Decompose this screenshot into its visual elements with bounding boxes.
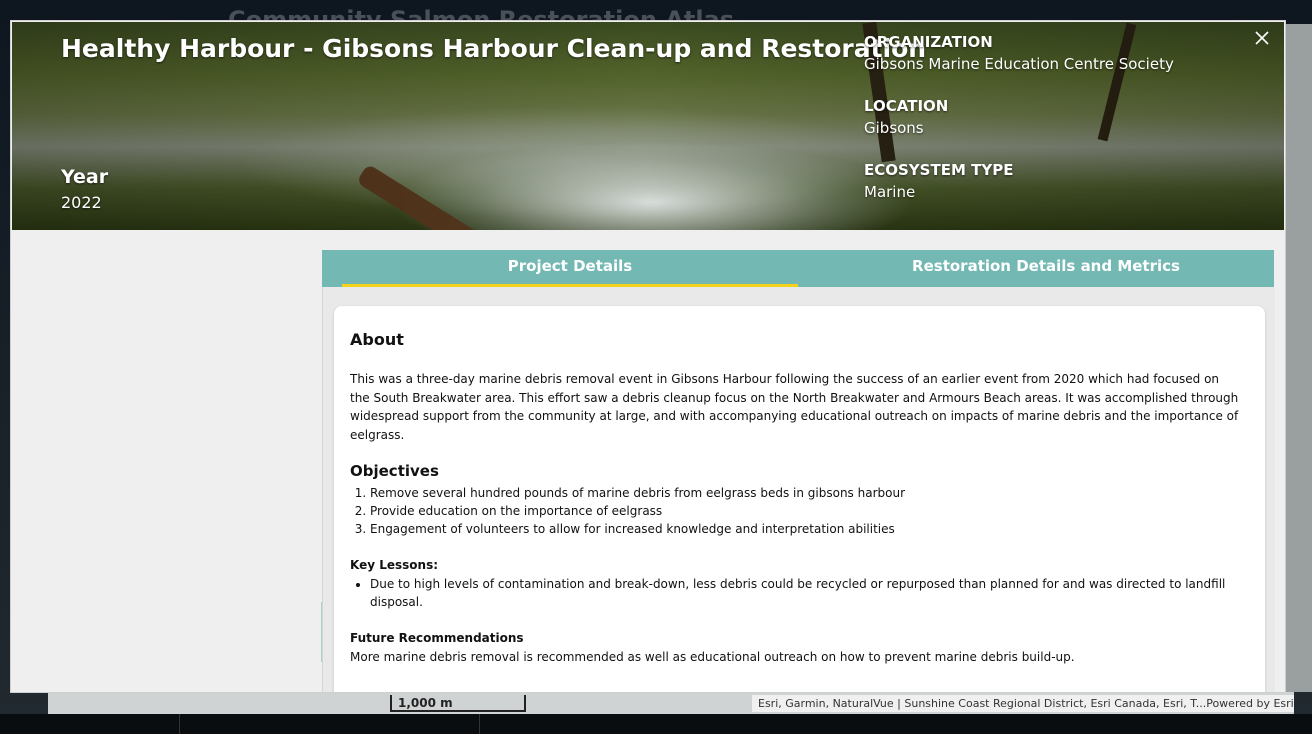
- tab-restoration-details[interactable]: Restoration Details and Metrics: [818, 250, 1274, 287]
- location-value: Gibsons: [864, 119, 924, 137]
- organization-block: ORGANIZATION Gibsons Marine Education Ce…: [864, 33, 1244, 73]
- year-value: 2022: [61, 193, 102, 212]
- organization-label: ORGANIZATION: [864, 33, 993, 51]
- key-lessons-heading: Key Lessons:: [350, 558, 439, 572]
- ecosystem-block: ECOSYSTEM TYPE Marine: [864, 161, 1244, 201]
- ecosystem-label: ECOSYSTEM TYPE: [864, 161, 1014, 179]
- footer-divider: [179, 714, 180, 734]
- list-item: Remove several hundred pounds of marine …: [370, 484, 905, 502]
- map-attribution: Esri, Garmin, NaturalVue | Sunshine Coas…: [752, 695, 1294, 712]
- powered-by[interactable]: Powered by Esri: [1206, 695, 1294, 712]
- hero-banner: Healthy Harbour - Gibsons Harbour Clean-…: [12, 22, 1284, 230]
- map-scale-bar: 1,000 m: [390, 695, 526, 712]
- footer-bar: [0, 714, 1312, 734]
- location-block: LOCATION Gibsons: [864, 97, 1244, 137]
- close-icon[interactable]: [1252, 30, 1272, 50]
- list-item: Engagement of volunteers to allow for in…: [370, 520, 905, 538]
- year-label: Year: [61, 166, 109, 188]
- footer-divider: [479, 714, 480, 734]
- project-modal: Healthy Harbour - Gibsons Harbour Clean-…: [10, 20, 1286, 693]
- location-label: LOCATION: [864, 97, 949, 115]
- organization-value: Gibsons Marine Education Centre Society: [864, 55, 1174, 73]
- project-title: Healthy Harbour - Gibsons Harbour Clean-…: [61, 34, 927, 63]
- tab-project-details[interactable]: Project Details: [342, 250, 798, 288]
- map-edge: [1284, 24, 1312, 692]
- about-heading: About: [350, 330, 404, 349]
- list-item: Provide education on the importance of e…: [370, 502, 905, 520]
- attribution-text: Esri, Garmin, NaturalVue | Sunshine Coas…: [758, 697, 1207, 710]
- future-heading: Future Recommendations: [350, 631, 524, 645]
- key-lessons-list: Due to high levels of contamination and …: [350, 575, 1250, 611]
- about-text: This was a three-day marine debris remov…: [350, 372, 1239, 442]
- tab-bar: Project Details Restoration Details and …: [322, 250, 1274, 288]
- future-text: More marine debris removal is recommende…: [350, 650, 1075, 664]
- objectives-heading: Objectives: [350, 462, 439, 480]
- list-item: Due to high levels of contamination and …: [370, 575, 1250, 611]
- objectives-list: Remove several hundred pounds of marine …: [350, 484, 905, 538]
- tab-panel: About This was a three-day marine debris…: [322, 287, 1275, 692]
- details-card: About This was a three-day marine debris…: [334, 306, 1265, 692]
- ecosystem-value: Marine: [864, 183, 916, 201]
